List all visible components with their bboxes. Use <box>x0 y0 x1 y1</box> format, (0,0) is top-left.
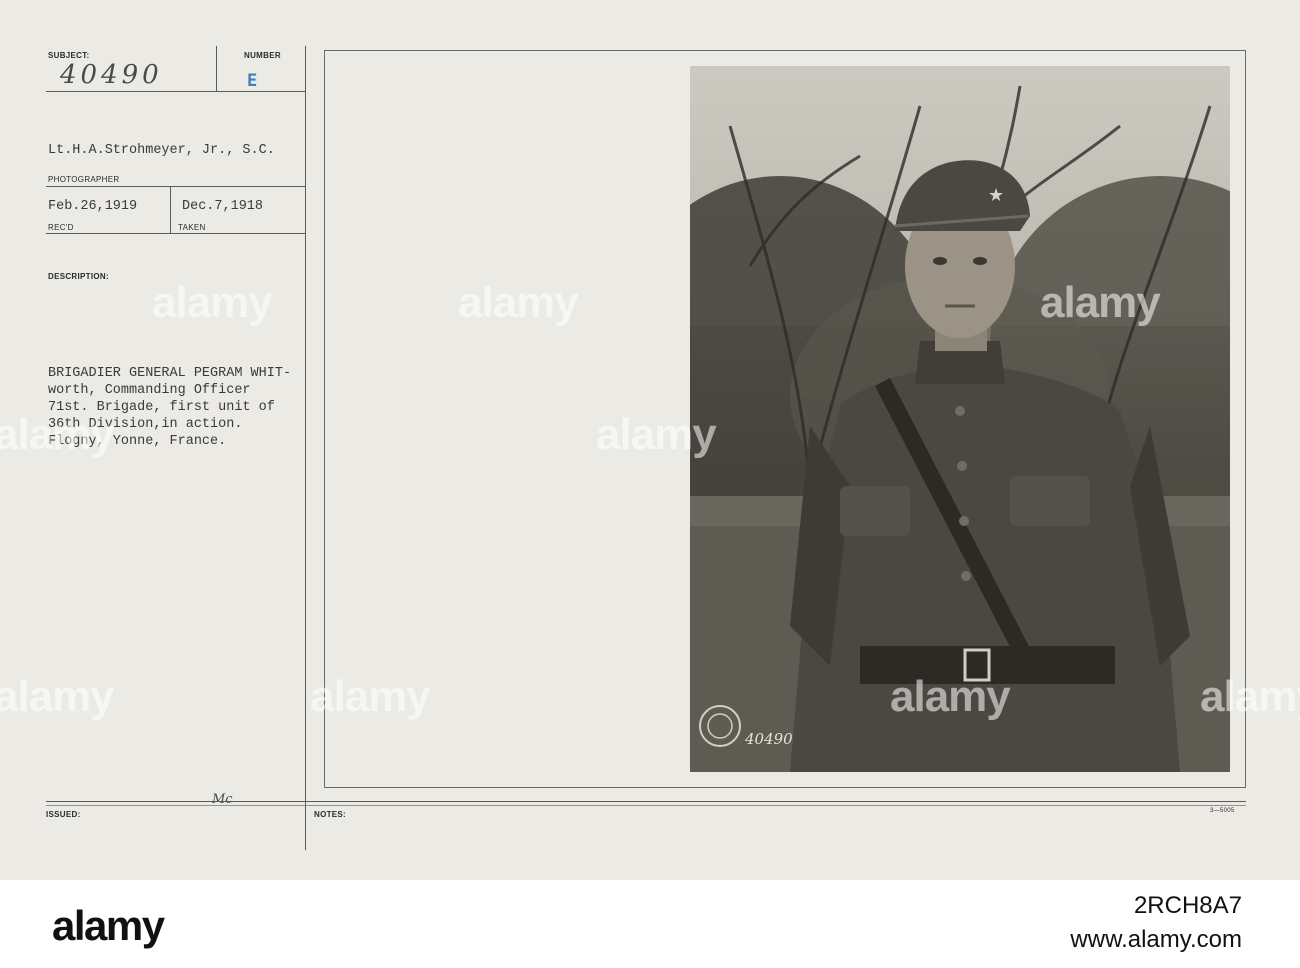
watermark: alamy <box>0 672 115 721</box>
watermark: alamy <box>1200 672 1300 721</box>
subject-value: 40490 <box>60 60 163 90</box>
number-value: E <box>247 71 258 91</box>
alamy-logo[interactable]: alamy <box>52 902 165 950</box>
left-column-rule <box>305 46 306 850</box>
issued-initials: Mc <box>212 792 233 807</box>
stock-footer: alamy 2RCH8A7 www.alamy.com <box>0 880 1300 968</box>
taken-value: Dec.7,1918 <box>182 199 264 214</box>
description-line: worth, Commanding Officer <box>48 383 251 398</box>
header-underline <box>46 91 306 92</box>
description-line: BRIGADIER GENERAL PEGRAM WHIT- <box>48 366 292 381</box>
svg-text:★: ★ <box>988 185 1004 206</box>
issued-label: ISSUED: <box>46 810 81 819</box>
number-label: NUMBER <box>244 51 281 60</box>
photographer-underline <box>46 186 306 187</box>
watermark: alamy <box>310 672 431 721</box>
subject-label: SUBJECT: <box>48 51 90 60</box>
image-id: 2RCH8A7 <box>1133 892 1242 919</box>
watermark: alamy <box>152 278 273 327</box>
portrait-illustration: ★ <box>690 66 1230 772</box>
archive-card: SUBJECT: 40490 NUMBER E Lt.H.A.Strohmeye… <box>0 0 1300 880</box>
header-divider <box>216 46 217 92</box>
dates-divider <box>170 186 171 234</box>
watermark: alamy <box>458 278 579 327</box>
dates-underline <box>46 233 306 234</box>
taken-label: TAKEN <box>178 223 206 232</box>
watermark: alamy <box>0 410 115 459</box>
watermark: alamy <box>1040 278 1161 327</box>
photographer-value: Lt.H.A.Strohmeyer, Jr., S.C. <box>48 143 275 158</box>
negative-number: 40490 <box>745 730 793 748</box>
portrait-photograph: ★ <box>690 66 1230 772</box>
photographer-label: PHOTOGRAPHER <box>48 175 120 184</box>
watermark: alamy <box>596 410 717 459</box>
form-code: 3—5005 <box>1210 808 1235 814</box>
received-label: REC'D <box>48 223 74 232</box>
watermark: alamy <box>890 672 1011 721</box>
received-value: Feb.26,1919 <box>48 199 138 214</box>
site-url[interactable]: www.alamy.com <box>1070 926 1242 954</box>
notes-label: NOTES: <box>314 810 347 819</box>
description-label: DESCRIPTION: <box>48 272 109 281</box>
